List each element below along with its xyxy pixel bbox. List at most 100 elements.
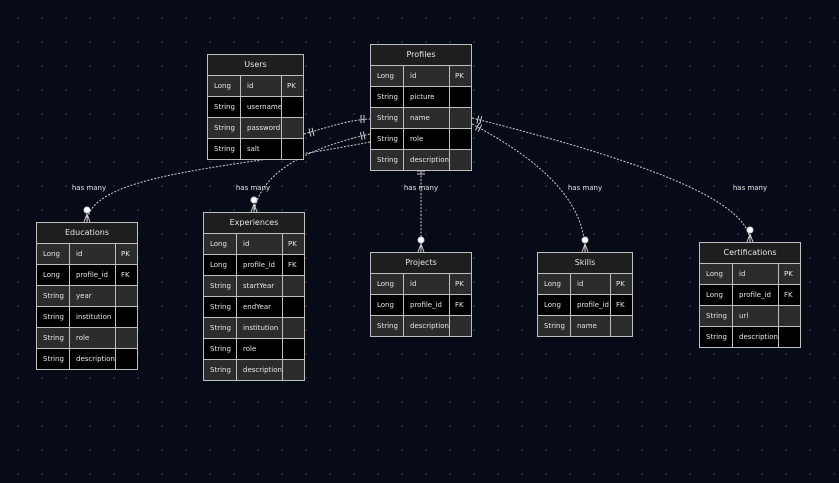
attribute-key	[449, 87, 471, 107]
attribute-type: String	[214, 145, 235, 153]
zero-marker	[417, 236, 425, 244]
entity-title: Skills	[538, 253, 632, 274]
attribute-name: description	[69, 349, 115, 369]
attribute-type: String	[377, 135, 398, 143]
attribute-type: String	[377, 322, 398, 330]
attribute-key: PK	[449, 274, 471, 294]
attribute-name: profile_id	[403, 295, 449, 315]
attribute-name: picture	[403, 87, 449, 107]
attribute-key	[282, 297, 304, 317]
entity-projects[interactable]: Projects Long id PK Long profile_id FK String de…	[370, 252, 472, 337]
attribute-name: role	[403, 129, 449, 149]
attribute-row: Long id PK	[37, 244, 137, 264]
attribute-key: FK	[282, 255, 304, 275]
zero-marker	[746, 226, 754, 234]
entity-profiles[interactable]: Profiles Long id PK String picture String name S…	[370, 44, 472, 171]
attribute-name: institution	[69, 307, 115, 327]
attribute-row: String name	[538, 315, 632, 336]
attribute-row: Long profile_id FK	[700, 284, 800, 305]
attribute-key	[281, 118, 303, 138]
attribute-row: String role	[371, 128, 471, 149]
attribute-type: String	[377, 156, 398, 164]
attribute-key: FK	[115, 265, 137, 285]
attribute-type: String	[43, 334, 64, 342]
attribute-key: FK	[449, 295, 471, 315]
attribute-row: String institution	[37, 306, 137, 327]
attribute-name: id	[240, 76, 281, 96]
attribute-name: description	[403, 316, 449, 336]
attribute-type: String	[43, 292, 64, 300]
attribute-type: String	[377, 93, 398, 101]
attribute-key	[282, 276, 304, 296]
entity-title: Users	[208, 55, 303, 76]
attribute-key	[778, 306, 800, 326]
attribute-row: String startYear	[204, 275, 304, 296]
attribute-key	[115, 349, 137, 369]
attribute-row: Long id PK	[371, 66, 471, 86]
attribute-row: String description	[204, 359, 304, 380]
attribute-name: description	[403, 150, 449, 170]
entity-title: Certifications	[700, 243, 800, 264]
entity-title: Profiles	[371, 45, 471, 66]
attribute-row: Long profile_id FK	[37, 264, 137, 285]
attribute-name: profile_id	[69, 265, 115, 285]
attribute-name: name	[570, 316, 610, 336]
attribute-row: String picture	[371, 86, 471, 107]
attribute-key: FK	[778, 285, 800, 305]
one-marker	[477, 124, 483, 132]
attribute-key	[115, 307, 137, 327]
attribute-key	[778, 327, 800, 347]
attribute-name: role	[69, 328, 115, 348]
attribute-type: Long	[377, 280, 394, 288]
attribute-type: String	[706, 333, 727, 341]
attribute-key	[449, 316, 471, 336]
attribute-key	[282, 318, 304, 338]
attribute-name: profile_id	[570, 295, 610, 315]
attribute-type: Long	[706, 291, 723, 299]
attribute-name: role	[236, 339, 282, 359]
attribute-row: String endYear	[204, 296, 304, 317]
attribute-row: String institution	[204, 317, 304, 338]
attribute-row: Long id PK	[208, 76, 303, 96]
entity-title: Educations	[37, 223, 137, 244]
attribute-name: id	[236, 234, 282, 254]
relationship-line	[303, 118, 371, 135]
attribute-row: String name	[371, 107, 471, 128]
attribute-row: Long id PK	[204, 234, 304, 254]
attribute-name: id	[570, 274, 610, 294]
relationship-label: has many	[567, 184, 603, 192]
entity-experiences[interactable]: Experiences Long id PK Long profile_id FK Strin…	[203, 212, 305, 381]
attribute-name: name	[403, 108, 449, 128]
relationship-line	[471, 117, 751, 243]
attribute-key	[115, 286, 137, 306]
attribute-key	[449, 150, 471, 170]
attribute-name: salt	[240, 139, 281, 159]
attribute-name: year	[69, 286, 115, 306]
attribute-type: Long	[377, 301, 394, 309]
attribute-key	[115, 328, 137, 348]
entity-educations[interactable]: Educations Long id PK Long profile_id FK String…	[36, 222, 138, 370]
attribute-type: String	[706, 312, 727, 320]
attribute-row: Long profile_id FK	[538, 294, 632, 315]
entity-users[interactable]: Users Long id PK String username String passwor…	[207, 54, 304, 160]
attribute-row: Long profile_id FK	[371, 294, 471, 315]
attribute-name: id	[69, 244, 115, 264]
relationship-label: has many	[71, 184, 107, 192]
attribute-key	[449, 108, 471, 128]
attribute-key	[282, 360, 304, 380]
attribute-type: String	[544, 322, 565, 330]
attribute-name: description	[732, 327, 778, 347]
attribute-row: Long id PK	[700, 264, 800, 284]
attribute-key	[449, 129, 471, 149]
attribute-row: String username	[208, 96, 303, 117]
attribute-type: Long	[544, 280, 561, 288]
attribute-type: Long	[43, 250, 60, 258]
entity-skills[interactable]: Skills Long id PK Long profile_id FK String name	[537, 252, 633, 337]
relationship-label: has many	[235, 184, 271, 192]
entity-certifications[interactable]: Certifications Long id PK Long profile_id FK St…	[699, 242, 801, 348]
attribute-key: PK	[449, 66, 471, 86]
attribute-name: id	[732, 264, 778, 284]
attribute-name: institution	[236, 318, 282, 338]
zero-marker	[250, 196, 258, 204]
attribute-type: Long	[214, 82, 231, 90]
